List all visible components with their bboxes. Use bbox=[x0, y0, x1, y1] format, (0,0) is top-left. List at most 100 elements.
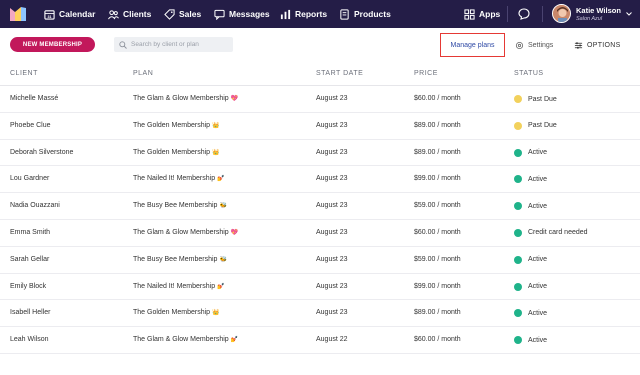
start-date: August 23 bbox=[316, 228, 348, 236]
table-row[interactable]: Isabell Heller The Golden Membership 👑 Augu… bbox=[0, 300, 640, 328]
price: $89.00 / month bbox=[414, 121, 461, 129]
start-date: August 23 bbox=[316, 255, 348, 263]
search-box[interactable] bbox=[114, 37, 233, 52]
table-row[interactable]: Deborah Silverstone The Golden Membership… bbox=[0, 140, 640, 167]
plan-emoji-icon: 👑 bbox=[212, 149, 220, 156]
client-name[interactable]: Sarah Gellar bbox=[10, 256, 49, 263]
chevron-down-icon[interactable] bbox=[626, 12, 632, 16]
status-label: Past Due bbox=[528, 95, 557, 103]
header-status[interactable]: STATUS bbox=[514, 70, 544, 77]
client-name[interactable]: Emily Block bbox=[10, 283, 46, 290]
status-dot-icon bbox=[514, 95, 522, 103]
status-label: Credit card needed bbox=[528, 229, 588, 237]
options-label: OPTIONS bbox=[587, 41, 621, 49]
plan-label: The Golden Membership bbox=[133, 121, 211, 129]
price: $60.00 / month bbox=[414, 95, 461, 102]
plan-name: The Busy Bee Membership 🐝 bbox=[133, 256, 227, 263]
nav-divider bbox=[507, 6, 508, 22]
nav-apps[interactable]: Apps bbox=[464, 0, 500, 28]
settings-button[interactable]: Settings bbox=[515, 40, 553, 50]
nav-calendar-label: Calendar bbox=[59, 9, 96, 19]
status-label: Active bbox=[528, 283, 548, 291]
nav-products[interactable]: Products bbox=[339, 0, 391, 28]
status: Credit card needed bbox=[514, 228, 588, 237]
price: $60.00 / month bbox=[414, 228, 461, 236]
plan-emoji-icon: 💅 bbox=[230, 337, 239, 344]
start-date: August 23 bbox=[316, 282, 348, 290]
status-label: Active bbox=[528, 309, 548, 317]
search-input[interactable] bbox=[131, 37, 231, 52]
client-name[interactable]: Leah Wilson bbox=[10, 336, 49, 343]
table-row[interactable]: Emma Smith The Glam & Glow Membership 💖 Aug… bbox=[0, 220, 640, 247]
calendar-icon: 31 bbox=[44, 9, 55, 20]
client-name[interactable]: Isabell Heller bbox=[10, 309, 50, 316]
app-logo-icon[interactable] bbox=[9, 6, 27, 22]
plan-label: The Nailed It! Membership bbox=[133, 282, 216, 290]
nav-messages-label: Messages bbox=[229, 9, 270, 19]
status-dot-icon bbox=[514, 309, 522, 318]
table-row[interactable]: Nadia Ouazzani The Busy Bee Membership 🐝 Au… bbox=[0, 193, 640, 220]
status-dot-icon bbox=[514, 228, 522, 237]
price: $89.00 / month bbox=[414, 309, 461, 317]
manage-plans-link[interactable]: Manage plans bbox=[440, 33, 505, 57]
nav-sales-label: Sales bbox=[179, 9, 202, 19]
nav-reports[interactable]: Reports bbox=[280, 0, 327, 28]
plan-emoji-icon: 💅 bbox=[217, 283, 225, 290]
client-name[interactable]: Lou Gardner bbox=[10, 175, 49, 182]
price: $99.00 / month bbox=[414, 175, 461, 183]
plan-name: The Golden Membership 👑 bbox=[133, 309, 220, 316]
status: Active bbox=[514, 282, 548, 291]
apps-grid-icon bbox=[464, 8, 475, 20]
plan-name: The Nailed It! Membership 💅 bbox=[133, 283, 225, 290]
client-name[interactable]: Nadia Ouazzani bbox=[10, 202, 60, 209]
status-dot-icon bbox=[514, 175, 522, 184]
plan-name: The Glam & Glow Membership 💅 bbox=[133, 336, 238, 343]
table-row[interactable]: Michelle Massé The Glam & Glow Membership… bbox=[0, 86, 640, 113]
nav-messages[interactable]: Messages bbox=[214, 0, 270, 28]
products-icon bbox=[339, 8, 350, 20]
clients-icon bbox=[108, 9, 119, 20]
price: $89.00 / month bbox=[414, 148, 461, 156]
messages-icon bbox=[214, 9, 225, 20]
price: $60.00 / month bbox=[414, 336, 461, 344]
status: Active bbox=[514, 148, 547, 157]
plan-emoji-icon: 🐝 bbox=[219, 203, 227, 210]
nav-calendar[interactable]: 31 Calendar bbox=[44, 0, 95, 28]
plan-label: The Glam & Glow Membership bbox=[133, 228, 229, 236]
nav-clients[interactable]: Clients bbox=[108, 0, 151, 28]
options-button[interactable]: OPTIONS bbox=[574, 40, 621, 50]
header-price[interactable]: PRICE bbox=[414, 70, 438, 77]
plan-name: The Golden Membership 👑 bbox=[133, 149, 220, 156]
table-row[interactable]: Lou Gardner The Nailed It! Membership 💅 Aug… bbox=[0, 166, 640, 194]
nav-apps-label: Apps bbox=[479, 9, 501, 19]
new-membership-button[interactable]: NEW MEMBERSHIP bbox=[10, 37, 95, 52]
price: $99.00 / month bbox=[414, 282, 461, 290]
plan-label: The Busy Bee Membership bbox=[133, 202, 218, 210]
plan-emoji-icon: 👑 bbox=[212, 122, 220, 129]
plan-name: The Golden Membership 👑 bbox=[133, 122, 220, 129]
start-date: August 23 bbox=[316, 121, 348, 129]
table-row[interactable]: Emily Block The Nailed It! Membership 💅 Aug… bbox=[0, 274, 640, 301]
table-row[interactable]: Sarah Gellar The Busy Bee Membership 🐝 Augu… bbox=[0, 247, 640, 274]
start-date: August 23 bbox=[316, 148, 348, 156]
plan-label: The Golden Membership bbox=[133, 148, 211, 156]
memberships-table: CLIENT PLAN START DATE PRICE STATUS Mich… bbox=[0, 62, 640, 354]
status: Active bbox=[514, 255, 547, 264]
settings-label: Settings bbox=[528, 41, 554, 49]
chat-icon[interactable] bbox=[518, 8, 530, 20]
client-name[interactable]: Michelle Massé bbox=[10, 95, 58, 102]
header-client[interactable]: CLIENT bbox=[10, 70, 38, 77]
table-row[interactable]: Phoebe Clue The Golden Membership 👑 August … bbox=[0, 113, 640, 140]
user-name[interactable]: Katie Wilson bbox=[576, 6, 621, 15]
header-plan[interactable]: PLAN bbox=[133, 70, 153, 77]
nav-divider bbox=[542, 6, 543, 22]
table-row[interactable]: Leah Wilson The Glam & Glow Membership 💅 Au… bbox=[0, 327, 640, 354]
avatar[interactable] bbox=[552, 4, 571, 23]
client-name[interactable]: Emma Smith bbox=[10, 229, 50, 236]
nav-sales[interactable]: Sales bbox=[164, 0, 201, 28]
client-name[interactable]: Phoebe Clue bbox=[10, 122, 50, 129]
header-start-date[interactable]: START DATE bbox=[316, 70, 363, 77]
sliders-icon bbox=[574, 41, 583, 49]
client-name[interactable]: Deborah Silverstone bbox=[10, 149, 73, 156]
reports-icon bbox=[280, 9, 291, 20]
